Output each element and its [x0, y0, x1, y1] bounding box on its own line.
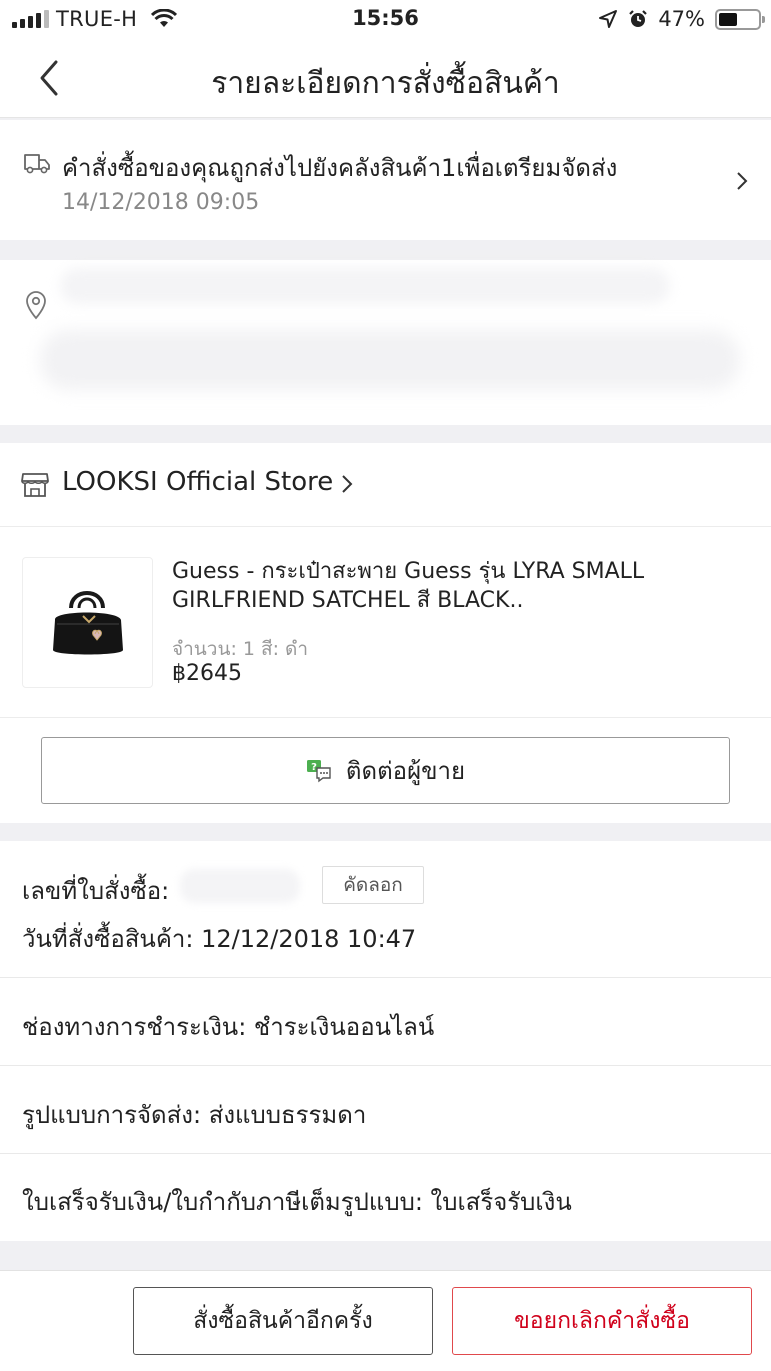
store-icon — [21, 473, 49, 497]
store-product-card: LOOKSI Official Store Guess - กระเป๋าสะพ… — [0, 443, 771, 823]
bottom-action-bar: สั่งซื้อสินค้าอีกครั้ง ขอยกเลิกคำสั่งซื้… — [0, 1270, 771, 1371]
divider — [0, 717, 771, 718]
order-number-label: เลขที่ใบสั่งซื้อ: — [22, 877, 170, 905]
invoice-type: ใบเสร็จรับเงิน/ใบกำกับภาษีเต็มรูปแบบ: ใบ… — [22, 1188, 572, 1216]
truck-icon — [24, 154, 50, 174]
divider — [0, 1065, 771, 1066]
redacted-address-detail — [40, 330, 740, 390]
chat-icon: ? — [306, 759, 331, 782]
redacted-address-line — [60, 268, 670, 304]
payment-method: ช่องทางการชำระเงิน: ชำระเงินออนไลน์ — [22, 1013, 435, 1041]
chevron-right-icon — [737, 172, 748, 190]
shipment-timestamp: 14/12/2018 09:05 — [62, 190, 260, 215]
nav-bar: รายละเอียดการสั่งซื้อสินค้า — [0, 40, 771, 118]
contact-seller-button[interactable]: ? ติดต่อผู้ขาย — [41, 737, 730, 804]
shipment-status-text: คำสั่งซื้อของคุณถูกส่งไปยังคลังสินค้า1เพ… — [62, 154, 618, 182]
copy-order-number-button[interactable]: คัดลอก — [322, 866, 424, 904]
order-info-card: เลขที่ใบสั่งซื้อ: คัดลอก วันที่สั่งซื้อส… — [0, 841, 771, 1241]
status-bar: TRUE-H 15:56 47% — [0, 0, 771, 40]
shipment-status-card[interactable]: คำสั่งซื้อของคุณถูกส่งไปยังคลังสินค้า1เพ… — [0, 120, 771, 240]
status-right: 47% — [598, 7, 765, 31]
battery-percent: 47% — [658, 7, 705, 31]
shipping-method: รูปแบบการจัดส่ง: ส่งแบบธรรมดา — [22, 1101, 367, 1129]
page-title: รายละเอียดการสั่งซื้อสินค้า — [211, 66, 560, 101]
alarm-icon — [629, 10, 648, 27]
store-name: LOOKSI Official Store — [62, 467, 334, 497]
location-pin-icon — [26, 291, 46, 320]
divider — [0, 977, 771, 978]
contact-seller-label: ติดต่อผู้ขาย — [345, 757, 466, 785]
divider — [0, 1153, 771, 1154]
chevron-right-icon — [342, 475, 353, 493]
product-variant: จำนวน: 1 สี: ดำ — [172, 638, 309, 660]
battery-icon — [715, 8, 765, 30]
order-date: วันที่สั่งซื้อสินค้า: 12/12/2018 10:47 — [22, 925, 417, 953]
product-name[interactable]: Guess - กระเป๋าสะพาย Guess รุ่น LYRA SMA… — [172, 557, 732, 615]
svg-text:?: ? — [311, 762, 317, 773]
reorder-button[interactable]: สั่งซื้อสินค้าอีกครั้ง — [133, 1287, 433, 1355]
handbag-image — [53, 591, 123, 655]
product-price: ฿2645 — [172, 661, 242, 686]
store-row[interactable]: LOOKSI Official Store — [0, 443, 771, 527]
product-image[interactable] — [22, 557, 153, 688]
redacted-order-number — [180, 869, 300, 903]
battery-level — [719, 12, 737, 26]
cancel-order-button[interactable]: ขอยกเลิกคำสั่งซื้อ — [452, 1287, 752, 1355]
location-arrow-icon — [599, 10, 618, 28]
